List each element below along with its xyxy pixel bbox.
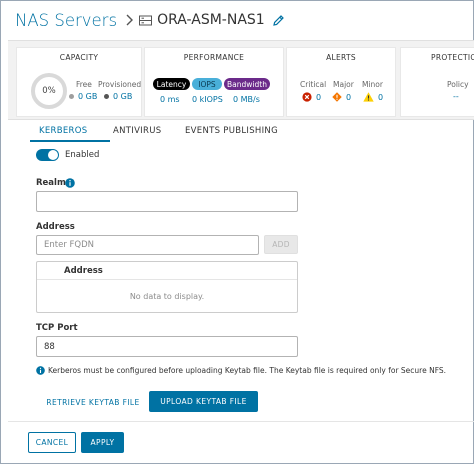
minor-value: 0 — [378, 92, 384, 102]
info-icon[interactable] — [65, 178, 75, 188]
major-alert: 0 — [332, 92, 351, 102]
minor-alert: 0 — [363, 92, 383, 102]
free-value-wrap: 0 GB — [69, 92, 97, 101]
provisioned-dot-icon — [104, 94, 109, 99]
latency-value: 0 ms — [160, 95, 180, 104]
bandwidth-value: 0 MB/s — [233, 95, 260, 104]
tcp-port-label: TCP Port — [36, 323, 78, 333]
latency-pill: Latency — [153, 78, 190, 90]
note-info-icon — [36, 366, 45, 375]
cancel-button[interactable]: CANCEL — [28, 432, 76, 453]
tcp-port-input[interactable] — [36, 336, 298, 357]
realm-label: Realm — [36, 178, 66, 188]
address-grid-header: Address — [37, 262, 297, 280]
tab-kerberos[interactable]: KERBEROS — [39, 126, 87, 136]
critical-alert: 0 — [302, 92, 321, 102]
capacity-donut: 0% — [31, 73, 67, 109]
provisioned-label: Provisioned — [98, 80, 142, 89]
free-value: 0 GB — [78, 92, 98, 101]
major-diamond-icon — [332, 92, 342, 102]
summary-strip: CAPACITY 0% Free Provisioned 0 GB 0 GB P… — [8, 40, 474, 120]
retrieve-keytab-button[interactable]: RETRIEVE KEYTAB FILE — [40, 392, 146, 412]
protection-card[interactable]: PROTECTIO Policy -- — [400, 47, 474, 117]
upload-keytab-button[interactable]: UPLOAD KEYTAB FILE — [149, 391, 258, 412]
enabled-toggle[interactable] — [36, 149, 59, 161]
critical-value: 0 — [316, 92, 322, 102]
capacity-percent: 0% — [42, 86, 56, 96]
address-grid: Address No data to display. — [36, 261, 298, 313]
performance-card[interactable]: PERFORMANCE Latency IOPS Bandwidth 0 ms … — [144, 47, 284, 117]
server-icon — [139, 15, 153, 25]
alerts-card[interactable]: ALERTS Critical Major Minor 0 0 0 — [286, 47, 396, 117]
add-address-button[interactable]: ADD — [264, 235, 298, 254]
protection-title: PROTECTIO — [431, 53, 474, 62]
footer-divider — [8, 421, 474, 422]
tab-antivirus[interactable]: ANTIVIRUS — [113, 126, 161, 136]
policy-value: -- — [453, 92, 459, 101]
grid-empty-message: No data to display. — [129, 292, 205, 301]
major-value: 0 — [346, 92, 352, 102]
free-label: Free — [76, 80, 92, 89]
tab-events-publishing[interactable]: EVENTS PUBLISHING — [185, 126, 278, 136]
kerberos-note-text: Kerberos must be configured before uploa… — [48, 366, 447, 375]
server-name: ORA-ASM-NAS1 — [157, 12, 265, 28]
alerts-title: ALERTS — [326, 53, 356, 62]
breadcrumb-nas-servers[interactable]: NAS Servers — [15, 11, 117, 30]
iops-pill: IOPS — [192, 78, 222, 90]
address-label: Address — [36, 222, 75, 232]
critical-label: Critical — [300, 80, 327, 89]
active-tab-indicator — [30, 140, 110, 142]
capacity-title: CAPACITY — [59, 53, 99, 62]
chevron-right-icon — [126, 14, 134, 26]
provisioned-value-wrap: 0 GB — [104, 92, 132, 101]
realm-input[interactable] — [36, 191, 298, 212]
policy-label: Policy — [447, 80, 469, 89]
page-header: NAS Servers ORA-ASM-NAS1 — [15, 8, 285, 32]
enabled-label: Enabled — [65, 150, 100, 160]
address-input[interactable] — [36, 235, 259, 255]
provisioned-value: 0 GB — [113, 92, 133, 101]
iops-value: 0 kIOPS — [192, 95, 223, 104]
major-label: Major — [333, 80, 354, 89]
address-column-header[interactable]: Address — [64, 266, 103, 276]
bandwidth-pill: Bandwidth — [224, 78, 270, 90]
minor-warning-icon — [363, 92, 374, 102]
performance-title: PERFORMANCE — [183, 53, 245, 62]
kerberos-note: Kerberos must be configured before uploa… — [36, 366, 446, 375]
apply-button[interactable]: APPLY — [81, 432, 124, 453]
critical-x-icon — [302, 92, 312, 102]
minor-label: Minor — [362, 80, 383, 89]
edit-pencil-icon[interactable] — [272, 14, 285, 27]
free-dot-icon — [69, 94, 74, 99]
capacity-card[interactable]: CAPACITY 0% Free Provisioned 0 GB 0 GB — [16, 47, 142, 117]
